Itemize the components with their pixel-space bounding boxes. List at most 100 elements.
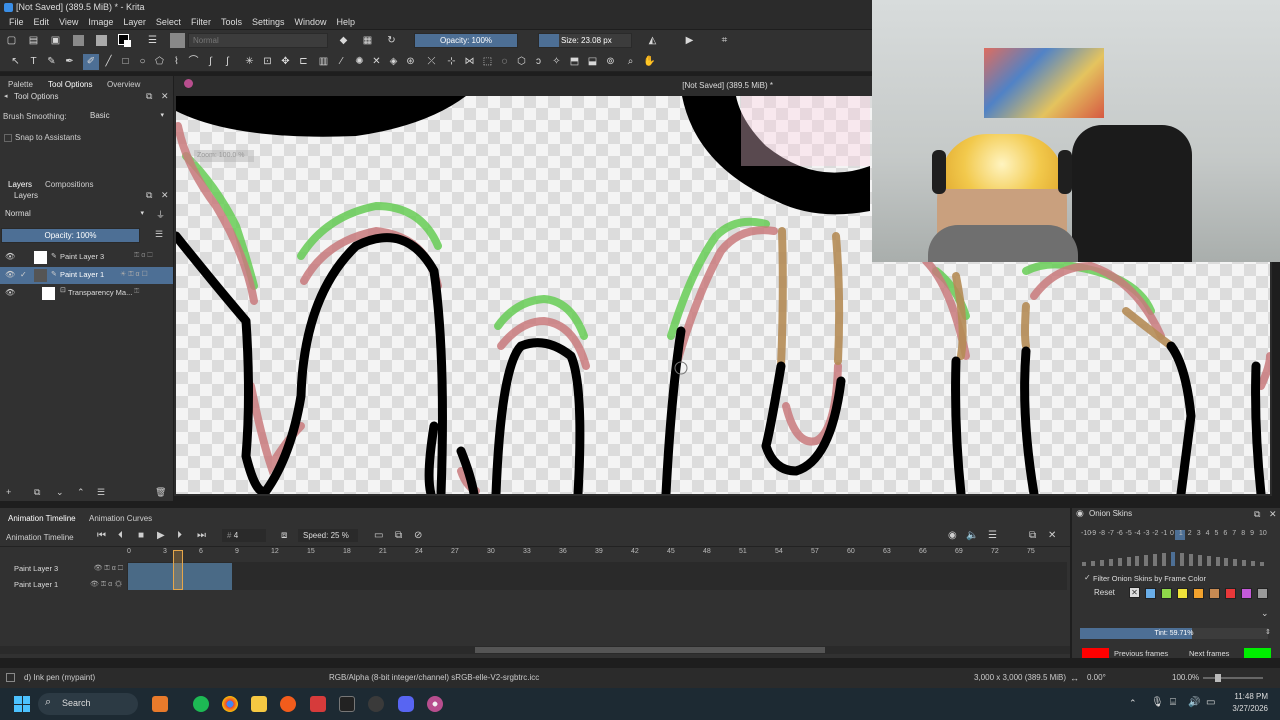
ellipse-select-icon[interactable]: ◌	[499, 56, 510, 67]
ruler-tick-label[interactable]: 21	[379, 548, 387, 555]
brush-preset-status-icon[interactable]	[6, 673, 15, 682]
gradient-swatch-icon[interactable]	[73, 35, 84, 46]
onion-color-swatch[interactable]	[1257, 588, 1268, 599]
ruler-tick-label[interactable]: 48	[703, 548, 711, 555]
ruler-tick-label[interactable]: 9	[235, 548, 239, 555]
capcut-icon[interactable]	[339, 696, 355, 712]
transform-tool-icon[interactable]: ⊡	[262, 56, 273, 67]
ruler-tick-label[interactable]: 36	[559, 548, 567, 555]
ruler-tick-label[interactable]: 60	[847, 548, 855, 555]
taskbar-search[interactable]: ⌕ Search	[38, 693, 138, 715]
crop-tool-icon[interactable]: ⊏	[298, 56, 309, 67]
battery-icon[interactable]: ▭	[1206, 697, 1215, 708]
rotation-value[interactable]: 0.00°	[1087, 668, 1106, 688]
reload-preset-icon[interactable]: ↻	[386, 35, 397, 46]
open-document-icon[interactable]: ▤	[28, 35, 39, 46]
dynamic-brush-icon[interactable]: ʃ	[222, 56, 233, 67]
measure-tool-icon[interactable]: ⤫	[426, 56, 437, 67]
ruler-tick-label[interactable]: 51	[739, 548, 747, 555]
onion-opacity-bar[interactable]	[1215, 557, 1220, 566]
onion-frame-number[interactable]: 1	[1179, 530, 1183, 537]
duplicate-layer-icon[interactable]: ⧉	[34, 487, 40, 498]
calligraphy-icon[interactable]: ✒	[64, 56, 75, 67]
onion-frame-number[interactable]: 4	[1206, 530, 1210, 537]
loop-icon[interactable]: ▭	[374, 530, 383, 541]
onion-opacity-bar[interactable]	[1162, 553, 1167, 566]
onion-frame-number[interactable]: -4	[1134, 530, 1140, 537]
audio-icon[interactable]: 🔈	[966, 530, 978, 541]
mirror-horizontal-icon[interactable]: ◭	[647, 35, 658, 46]
menu-select[interactable]: Select	[151, 15, 186, 29]
ruler-tick-label[interactable]: 42	[631, 548, 639, 555]
layer-name[interactable]: Paint Layer 1	[60, 270, 104, 279]
timeline-layer-toggles[interactable]: 👁 ⚿ α ☐	[94, 563, 123, 575]
ruler-tick-label[interactable]: 24	[415, 548, 423, 555]
layer-lock-icon[interactable]: ⚿	[134, 288, 139, 296]
frame-grid[interactable]	[127, 562, 1067, 590]
next-frames-color[interactable]	[1244, 648, 1271, 658]
freehand-path-icon[interactable]: ∫	[205, 56, 216, 67]
size-slider[interactable]: Size: 23.08 px	[538, 33, 632, 48]
onion-toggle-icon[interactable]: ⧉	[395, 530, 402, 541]
rect-select-icon[interactable]: ⬚	[482, 56, 493, 67]
snap-checkbox[interactable]	[4, 134, 12, 142]
color-picker-icon[interactable]: ⁄	[336, 56, 347, 67]
ruler-tick-label[interactable]: 66	[919, 548, 927, 555]
ellipse-tool-icon[interactable]: ○	[137, 56, 148, 67]
menu-tools[interactable]: Tools	[216, 15, 247, 29]
onion-color-swatch[interactable]	[1177, 588, 1188, 599]
menu-help[interactable]: Help	[332, 15, 361, 29]
onion-opacity-bar[interactable]	[1197, 555, 1202, 566]
assistant-tool-icon[interactable]: ✕	[371, 56, 382, 67]
network-icon[interactable]: ⌸	[1170, 697, 1176, 708]
select-tool-icon[interactable]: ↖	[10, 56, 21, 67]
pattern-swatch-icon[interactable]	[96, 35, 107, 46]
blend-mode-select[interactable]: Normal	[188, 33, 328, 48]
ruler-tick-label[interactable]: 6	[199, 548, 203, 555]
zoom-slider-handle[interactable]	[1215, 674, 1221, 682]
layer-row[interactable]: 👁 ⊡ Transparency Ma... ⚿	[0, 285, 173, 302]
color-space-info[interactable]: RGB/Alpha (8-bit integer/channel) sRGB-e…	[329, 668, 539, 688]
onion-opacity-bar[interactable]	[1251, 561, 1256, 566]
close-panel-icon[interactable]: ✕	[161, 91, 169, 102]
menu-image[interactable]: Image	[83, 15, 118, 29]
onion-frame-number[interactable]: -2	[1152, 530, 1158, 537]
widgets-icon[interactable]	[152, 696, 168, 712]
edit-shapes-icon[interactable]: ✎	[46, 56, 57, 67]
onion-frame-number[interactable]: -9	[1090, 530, 1096, 537]
layer-name[interactable]: Transparency Ma...	[68, 288, 132, 297]
tab-tool-options[interactable]: Tool Options	[48, 80, 92, 89]
frame-number-input[interactable]: # 4	[222, 529, 266, 542]
layer-row[interactable]: 👁 ✎ Paint Layer 3 ⚿ α ☐	[0, 249, 173, 266]
rectangle-tool-icon[interactable]: □	[120, 56, 131, 67]
tab-animation-timeline[interactable]: Animation Timeline	[8, 514, 76, 523]
previous-frames-color[interactable]	[1082, 648, 1109, 658]
tray-chevron-icon[interactable]: ⌃	[1129, 698, 1137, 709]
layer-opacity-slider[interactable]: Opacity: 100%	[1, 228, 140, 243]
next-frame-icon[interactable]: ⏵	[177, 530, 182, 541]
onion-opacity-bar[interactable]	[1126, 557, 1131, 566]
ruler-tick-label[interactable]: 12	[271, 548, 279, 555]
previous-frame-icon[interactable]: ⏴	[118, 530, 123, 541]
close-onion-icon[interactable]: ✕	[1269, 509, 1277, 520]
timeline-settings-icon[interactable]: ⊘	[414, 530, 422, 541]
delete-layer-icon[interactable]: 🗑	[155, 487, 166, 498]
layers-menu-icon[interactable]: ☰	[155, 229, 163, 240]
move-layer-down-icon[interactable]: ⌄	[56, 487, 64, 498]
freehand-brush-icon[interactable]: ✐	[83, 54, 99, 70]
move-layer-up-icon[interactable]: ⌃	[77, 487, 85, 498]
onion-frame-number[interactable]: 7	[1232, 530, 1236, 537]
float-timeline-icon[interactable]: ⧉	[1029, 530, 1036, 541]
text-tool-icon[interactable]: T	[28, 56, 39, 67]
layer-lock-icon[interactable]: ⚿ α ☐	[134, 252, 153, 260]
gradient-tool-icon[interactable]: ▥	[318, 56, 329, 67]
ruler-tick-label[interactable]: 57	[811, 548, 819, 555]
drop-frames-icon[interactable]: ⧈	[281, 530, 287, 541]
onion-opacity-bar[interactable]	[1179, 553, 1184, 566]
polygon-tool-icon[interactable]: ⬠	[154, 56, 165, 67]
timeline-menu-icon[interactable]: ☰	[988, 530, 997, 541]
tint-slider[interactable]: Tint: 59.71%	[1080, 628, 1268, 639]
ruler-tick-label[interactable]: 72	[991, 548, 999, 555]
move-tool-icon[interactable]: ✥	[280, 56, 291, 67]
menu-view[interactable]: View	[54, 15, 83, 29]
